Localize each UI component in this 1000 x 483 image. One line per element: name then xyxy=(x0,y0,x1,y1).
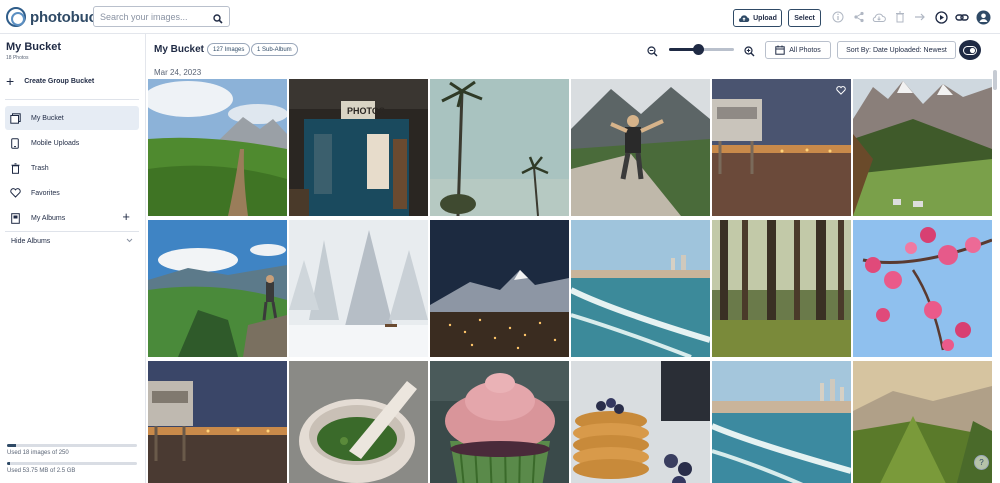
photo-tile-cherry-blossoms[interactable] xyxy=(853,220,992,357)
move-icon[interactable] xyxy=(912,9,928,25)
photo-tile-photo-booth[interactable]: PHOTOS xyxy=(289,79,428,216)
add-album-icon[interactable]: + xyxy=(122,210,130,224)
select-button[interactable]: Select xyxy=(788,9,821,27)
divider xyxy=(5,231,139,232)
share-icon[interactable] xyxy=(851,9,867,25)
photo-tile-lifeguard-tower-night[interactable] xyxy=(148,361,287,483)
storage-usage-text: Used 53.75 MB of 2.5 GB xyxy=(7,468,76,474)
sidebar-item-label: Trash xyxy=(31,164,49,172)
photo-tile-mortar-pestle[interactable] xyxy=(289,361,428,483)
calendar-icon xyxy=(775,45,785,55)
trash-icon xyxy=(9,162,21,174)
photo-tile-hiker-cliff[interactable] xyxy=(571,79,710,216)
info-icon[interactable] xyxy=(830,9,846,25)
photo-tile-forest-trees[interactable] xyxy=(712,220,851,357)
photo-tile-mountain-trail[interactable] xyxy=(148,79,287,216)
phone-icon xyxy=(9,137,21,149)
photo-tile-palm-trees[interactable] xyxy=(430,79,569,216)
sidebar: My Bucket 18 Photos + Create Group Bucke… xyxy=(0,34,146,483)
sidebar-item-label: My Albums xyxy=(31,214,66,222)
sidebar-item-label: Mobile Uploads xyxy=(31,139,80,147)
sidebar-item-my-bucket[interactable]: My Bucket xyxy=(5,106,139,130)
view-toggle-button[interactable] xyxy=(959,40,981,60)
sidebar-title: My Bucket xyxy=(6,41,62,53)
hide-albums-toggle[interactable]: Hide Albums xyxy=(11,238,133,245)
photo-tile-hiker-meadow[interactable] xyxy=(148,220,287,357)
search-input[interactable] xyxy=(100,10,208,24)
favorite-heart-icon[interactable] xyxy=(836,82,846,100)
photo-tile-alpine-peaks[interactable] xyxy=(853,79,992,216)
trash-icon[interactable] xyxy=(892,9,908,25)
hide-albums-label: Hide Albums xyxy=(11,238,51,245)
zoom-slider[interactable] xyxy=(669,44,734,55)
image-usage-text: Used 18 images of 250 xyxy=(7,450,69,456)
svg-text:PHOTOS: PHOTOS xyxy=(347,106,385,116)
all-photos-label: All Photos xyxy=(789,46,821,54)
storage-usage: Used 53.75 MB of 2.5 GB xyxy=(7,462,137,474)
slideshow-icon[interactable] xyxy=(933,9,949,25)
link-icon[interactable] xyxy=(954,9,970,25)
photo-tile-snowy-forest[interactable] xyxy=(289,220,428,357)
photo-tile-beach-city[interactable] xyxy=(712,361,851,483)
heart-icon xyxy=(9,187,21,199)
search-icon[interactable] xyxy=(213,11,223,29)
help-button[interactable]: ? xyxy=(974,455,989,470)
select-label: Select xyxy=(794,14,815,22)
sidebar-item-favorites[interactable]: Favorites xyxy=(5,181,139,205)
plus-icon: + xyxy=(6,73,15,89)
upload-button[interactable]: Upload xyxy=(733,9,782,27)
sidebar-item-label: My Bucket xyxy=(31,114,64,122)
top-bar: photobucket Upload Select xyxy=(0,0,1000,34)
chevron-down-icon xyxy=(126,238,133,245)
photo-tile-green-ridge[interactable] xyxy=(853,361,992,483)
photo-tile-pancakes-berries[interactable] xyxy=(571,361,710,483)
photo-tile-lifeguard-tower-dusk[interactable] xyxy=(712,79,851,216)
sort-dropdown[interactable]: Sort By: Date Uploaded: Newest xyxy=(837,41,956,59)
create-group-bucket-button[interactable]: + Create Group Bucket xyxy=(6,73,94,89)
sort-label: Sort By: Date Uploaded: Newest xyxy=(846,46,947,54)
sidebar-photo-count: 18 Photos xyxy=(6,55,29,61)
logo-icon xyxy=(6,7,26,27)
all-photos-button[interactable]: All Photos xyxy=(765,41,831,59)
photo-tile-mountain-town-night[interactable] xyxy=(430,220,569,357)
upload-label: Upload xyxy=(753,14,777,22)
search-box xyxy=(93,6,230,27)
toggle-icon xyxy=(963,45,977,55)
photo-tile-beach-waves[interactable] xyxy=(571,220,710,357)
zoom-in-icon[interactable] xyxy=(744,44,755,62)
photos-icon xyxy=(9,112,21,124)
scrollbar-thumb[interactable] xyxy=(993,70,997,90)
sidebar-item-trash[interactable]: Trash xyxy=(5,156,139,180)
album-icon xyxy=(9,212,21,224)
account-icon[interactable] xyxy=(975,9,991,25)
zoom-slider-handle[interactable] xyxy=(693,44,705,55)
image-usage-bar xyxy=(7,444,137,447)
storage-usage-bar xyxy=(7,462,137,465)
photo-tile-pink-cupcake[interactable] xyxy=(430,361,569,483)
divider xyxy=(5,99,139,100)
cloud-upload-icon xyxy=(739,14,750,22)
sidebar-item-mobile-uploads[interactable]: Mobile Uploads xyxy=(5,131,139,155)
date-group-label: Mar 24, 2023 xyxy=(154,68,202,77)
scrollbar[interactable] xyxy=(992,66,998,483)
photo-grid: PHOTOS xyxy=(146,79,992,483)
page-title: My Bucket xyxy=(154,44,205,55)
sidebar-item-my-albums[interactable]: My Albums + xyxy=(5,206,139,230)
create-group-bucket-label: Create Group Bucket xyxy=(24,77,95,85)
cloud-download-icon[interactable] xyxy=(871,9,887,25)
sub-album-badge[interactable]: 1 Sub-Album xyxy=(251,43,298,56)
images-count-badge: 127 Images xyxy=(207,43,251,56)
sidebar-item-label: Favorites xyxy=(31,189,60,197)
zoom-out-icon[interactable] xyxy=(647,44,658,62)
image-usage: Used 18 images of 250 xyxy=(7,444,137,456)
